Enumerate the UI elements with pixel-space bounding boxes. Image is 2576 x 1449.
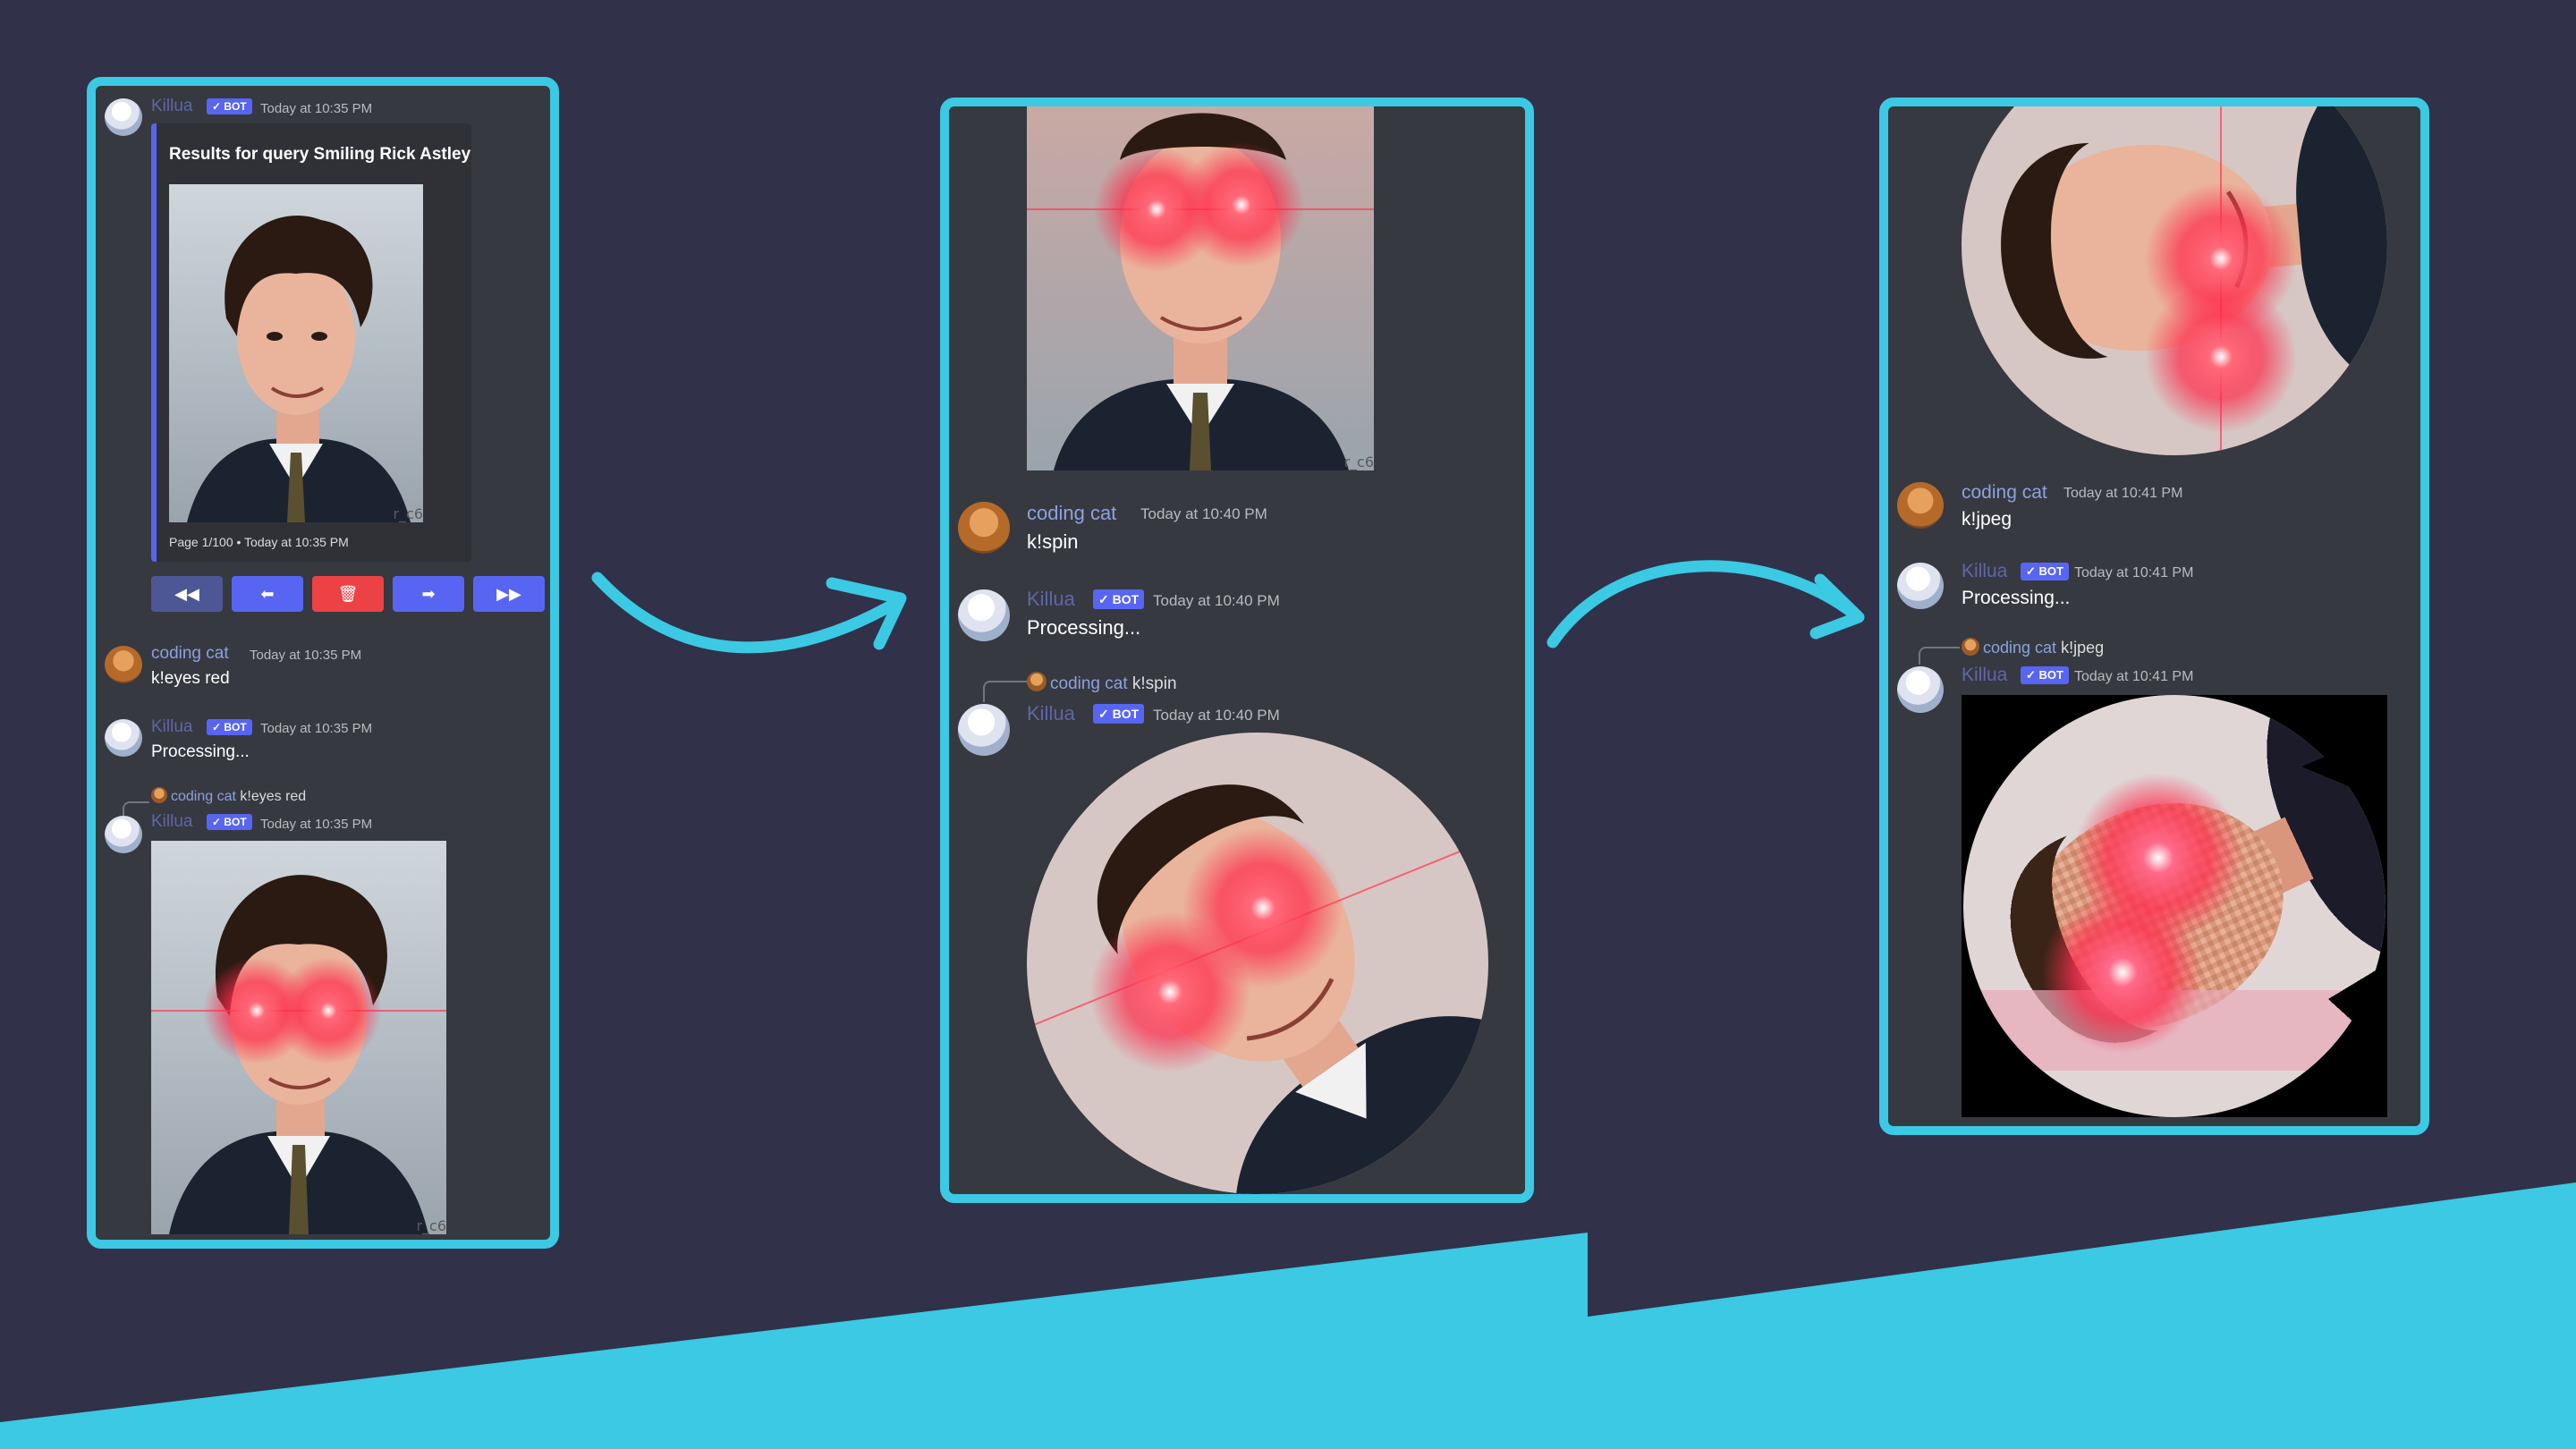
reply-avatar — [151, 787, 167, 803]
watermark: r_c6 — [416, 1217, 446, 1234]
timestamp: Today at 10:35 PM — [260, 721, 373, 736]
bot-username[interactable]: Killua — [151, 812, 192, 832]
timestamp: Today at 10:40 PM — [1153, 707, 1280, 724]
command-text: k!eyes red — [151, 669, 230, 688]
timestamp: Today at 10:35 PM — [260, 101, 373, 116]
processing-text: Processing... — [1962, 588, 2071, 608]
bot-avatar[interactable] — [958, 589, 1010, 641]
embed-footer: Page 1/100 • Today at 10:35 PM — [169, 535, 349, 549]
red-eyes-photo[interactable]: r_c6 — [151, 841, 446, 1234]
bot-badge: ✓ BOT — [207, 814, 252, 830]
reply-username: coding cat — [1050, 674, 1128, 693]
spun-photo-top[interactable] — [1962, 106, 2387, 455]
reply-reference[interactable]: coding cat k!jpeg — [1962, 638, 2104, 657]
bot-badge: ✓ BOT — [207, 719, 252, 735]
search-embed: Results for query Smiling Rick Astley r_… — [151, 123, 471, 562]
reply-username: coding cat — [171, 789, 236, 804]
bot-badge: ✓ BOT — [1093, 704, 1145, 724]
timestamp: Today at 10:40 PM — [1140, 505, 1267, 522]
timestamp: Today at 10:35 PM — [260, 817, 373, 832]
next-page-button[interactable]: ➡ — [393, 576, 464, 612]
command-text: k!jpeg — [1962, 509, 2012, 530]
last-page-icon: ▶▶ — [496, 584, 521, 603]
embed-title: Results for query Smiling Rick Astley — [169, 145, 471, 164]
timestamp: Today at 10:40 PM — [1153, 592, 1280, 609]
user-avatar[interactable] — [1897, 482, 1944, 529]
processing-text: Processing... — [1027, 616, 1141, 639]
prev-page-button[interactable]: ⬅ — [232, 576, 303, 612]
chat-panel-eyes: Killua ✓ BOT Today at 10:35 PM Results f… — [87, 77, 559, 1249]
jpeg-photo[interactable] — [1962, 695, 2387, 1117]
user-username[interactable]: coding cat — [1027, 502, 1116, 525]
bot-badge: ✓ BOT — [2021, 563, 2069, 580]
reply-connector — [1919, 647, 1960, 665]
reply-username: coding cat — [1983, 639, 2057, 657]
last-page-button[interactable]: ▶▶ — [473, 576, 545, 612]
user-username[interactable]: coding cat — [1962, 482, 2047, 504]
reply-text: k!jpeg — [2061, 639, 2105, 657]
bot-avatar[interactable] — [958, 704, 1010, 756]
chat-panel-spin: r_c6 coding cat Today at 10:40 PM k!spin… — [940, 97, 1534, 1203]
reply-reference[interactable]: coding cat k!spin — [1027, 672, 1177, 694]
arrow-icon — [591, 572, 907, 654]
prev-page-icon: ⬅ — [260, 584, 275, 603]
spun-photo[interactable] — [1027, 733, 1488, 1194]
rick-astley-photo[interactable]: r_c6 — [169, 184, 423, 522]
arrow-icon — [1546, 560, 1865, 648]
bot-username[interactable]: Killua — [1027, 702, 1075, 725]
reply-text: k!eyes red — [240, 789, 307, 804]
reply-connector — [123, 801, 149, 816]
bot-avatar[interactable] — [1897, 563, 1944, 609]
bot-badge: ✓ BOT — [207, 98, 252, 114]
first-page-button[interactable]: ◀◀ — [151, 576, 223, 612]
bot-avatar[interactable] — [105, 98, 142, 136]
timestamp: Today at 10:41 PM — [2074, 669, 2194, 684]
bot-avatar[interactable] — [105, 816, 142, 853]
watermark: r_c6 — [1343, 453, 1374, 470]
delete-button[interactable]: 🗑 — [312, 576, 384, 612]
bot-badge: ✓ BOT — [1093, 589, 1145, 609]
timestamp: Today at 10:41 PM — [2074, 565, 2194, 580]
reply-avatar — [1962, 638, 1979, 656]
bot-username[interactable]: Killua — [1962, 561, 2007, 582]
user-avatar[interactable] — [105, 646, 142, 683]
reply-connector — [983, 681, 1028, 702]
bot-username[interactable]: Killua — [151, 717, 192, 737]
watermark: r_c6 — [393, 505, 423, 522]
bot-username[interactable]: Killua — [1962, 665, 2007, 686]
reply-text: k!spin — [1131, 674, 1177, 693]
bot-username[interactable]: Killua — [151, 97, 192, 116]
chat-panel-jpeg: coding cat Today at 10:41 PM k!jpeg Kill… — [1879, 97, 2429, 1135]
timestamp: Today at 10:41 PM — [2063, 486, 2183, 501]
bot-avatar[interactable] — [105, 719, 142, 757]
next-page-icon: ➡ — [421, 584, 436, 603]
bot-avatar[interactable] — [1897, 666, 1944, 713]
trash-icon: 🗑 — [337, 584, 359, 603]
bot-username[interactable]: Killua — [1027, 588, 1075, 611]
user-avatar[interactable] — [958, 502, 1010, 554]
timestamp: Today at 10:35 PM — [250, 648, 362, 663]
processing-text: Processing... — [151, 742, 250, 761]
reply-avatar — [1027, 672, 1046, 691]
reply-reference[interactable]: coding cat k!eyes red — [151, 787, 306, 805]
red-eyes-photo-top[interactable]: r_c6 — [1027, 106, 1374, 470]
bot-badge: ✓ BOT — [2021, 666, 2069, 684]
first-page-icon: ◀◀ — [174, 584, 199, 603]
user-username[interactable]: coding cat — [151, 644, 229, 664]
command-text: k!spin — [1027, 530, 1079, 553]
